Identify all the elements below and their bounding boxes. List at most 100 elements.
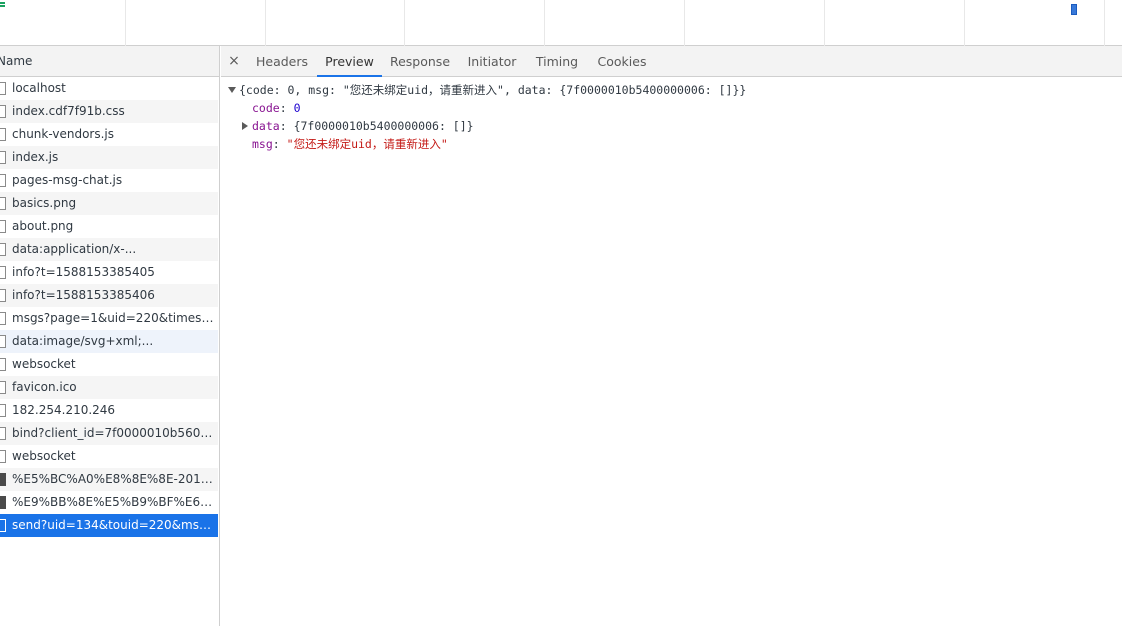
json-key: msg [252,137,273,151]
request-name: chunk-vendors.js [12,127,115,141]
request-row[interactable]: favicon.ico [0,376,218,399]
request-name: index.cdf7f91b.css [12,104,125,118]
request-name: pages-msg-chat.js [12,173,123,187]
json-property-row[interactable]: data: {7f0000010b5400000006: []} [221,117,1122,135]
request-name: bind?client_id=7f0000010b5600... [12,426,214,440]
close-icon[interactable]: × [227,46,241,77]
request-name: send?uid=134&touid=220&msg... [12,518,214,532]
file-icon [0,82,6,95]
request-row[interactable]: data:application/x-... [0,238,218,261]
request-row[interactable]: websocket [0,353,218,376]
request-name-column: Name localhost index.cdf7f91b.css chunk-ve… [0,46,220,626]
file-icon [0,312,6,325]
file-icon [0,289,6,302]
file-icon [0,174,6,187]
name-column-header-label: Name [0,54,33,68]
file-icon [0,243,6,256]
collapse-triangle-icon[interactable] [228,87,236,93]
request-row[interactable]: send?uid=134&touid=220&msg... [0,514,218,537]
json-colon: : [272,137,287,151]
image-icon [0,473,6,486]
request-row[interactable]: index.cdf7f91b.css [0,100,218,123]
json-colon: : [279,119,294,133]
file-icon [0,381,6,394]
name-column-header[interactable]: Name [0,46,219,77]
timeline-gridline [265,0,266,46]
tab-preview[interactable]: Preview [317,46,382,77]
timeline-request-bar [1071,4,1077,15]
request-row[interactable]: websocket [0,445,218,468]
file-icon [0,335,6,348]
timeline-gridline [964,0,965,46]
json-key: data [252,119,280,133]
json-root-summary: {code: 0, msg: "您还未绑定uid，请重新进入", data: {… [239,83,747,97]
timeline-gridline [1104,0,1105,46]
request-row[interactable]: msgs?page=1&uid=220&timest... [0,307,218,330]
request-row[interactable]: bind?client_id=7f0000010b5600... [0,422,218,445]
tab-cookies[interactable]: Cookies [589,46,655,77]
request-row[interactable]: localhost [0,77,218,100]
request-row[interactable]: pages-msg-chat.js [0,169,218,192]
request-row[interactable]: %E5%BC%A0%E8%8E%8E-20120... [0,468,218,491]
json-colon: : [279,101,294,115]
expand-triangle-icon[interactable] [242,122,248,130]
request-row[interactable]: data:image/svg+xml;... [0,330,218,353]
file-icon [0,519,6,532]
json-string-value: "您还未绑定uid，请重新进入" [286,137,448,151]
timeline-gridline [125,0,126,46]
json-root-row[interactable]: {code: 0, msg: "您还未绑定uid，请重新进入", data: {… [221,81,1122,99]
timeline-gridline [824,0,825,46]
json-property-row: code: 0 [221,99,1122,117]
request-name: %E5%BC%A0%E8%8E%8E-20120... [12,472,214,486]
request-row[interactable]: chunk-vendors.js [0,123,218,146]
request-name: basics.png [12,196,77,210]
request-name: data:image/svg+xml;... [12,334,154,348]
request-row[interactable]: about.png [0,215,218,238]
file-icon [0,128,6,141]
file-icon [0,151,6,164]
file-icon [0,220,6,233]
file-icon [0,450,6,463]
file-icon [0,427,6,440]
request-row[interactable]: basics.png [0,192,218,215]
request-row[interactable]: info?t=1588153385405 [0,261,218,284]
timeline-request-bar [0,2,5,7]
request-detail-panel: × Headers Preview Response Initiator Tim… [221,46,1122,626]
timeline-gridline [544,0,545,46]
request-list: localhost index.cdf7f91b.css chunk-vendors… [0,77,219,537]
json-object-value: {7f0000010b5400000006: []} [293,119,474,133]
detail-tab-bar: × Headers Preview Response Initiator Tim… [221,46,1122,77]
request-name: localhost [12,81,66,95]
tab-headers[interactable]: Headers [249,46,315,77]
file-icon [0,358,6,371]
json-number-value: 0 [293,101,301,115]
network-overview-timeline[interactable] [0,0,1122,46]
json-key: code [252,101,280,115]
request-row[interactable]: %E9%BB%8E%E5%B9%BF%E6%9... [0,491,218,514]
timeline-gridline [684,0,685,46]
request-name: data:application/x-... [12,242,137,256]
file-icon [0,197,6,210]
tab-response[interactable]: Response [385,46,455,77]
request-row[interactable]: index.js [0,146,218,169]
request-name: websocket [12,449,76,463]
request-name: info?t=1588153385405 [12,265,155,279]
file-icon [0,404,6,417]
tab-initiator[interactable]: Initiator [459,46,525,77]
timeline-gridline [404,0,405,46]
request-name: %E9%BB%8E%E5%B9%BF%E6%9... [12,495,214,509]
json-preview: {code: 0, msg: "您还未绑定uid，请重新进入", data: {… [221,81,1122,153]
request-name: msgs?page=1&uid=220&timest... [12,311,214,325]
file-icon [0,266,6,279]
request-name: websocket [12,357,76,371]
request-name: about.png [12,219,74,233]
request-name: index.js [12,150,59,164]
tab-timing[interactable]: Timing [529,46,585,77]
request-name: favicon.ico [12,380,77,394]
file-icon [0,105,6,118]
request-name: 182.254.210.246 [12,403,116,417]
json-property-row: msg: "您还未绑定uid，请重新进入" [221,135,1122,153]
request-row[interactable]: info?t=1588153385406 [0,284,218,307]
request-row[interactable]: 182.254.210.246 [0,399,218,422]
request-name: info?t=1588153385406 [12,288,155,302]
